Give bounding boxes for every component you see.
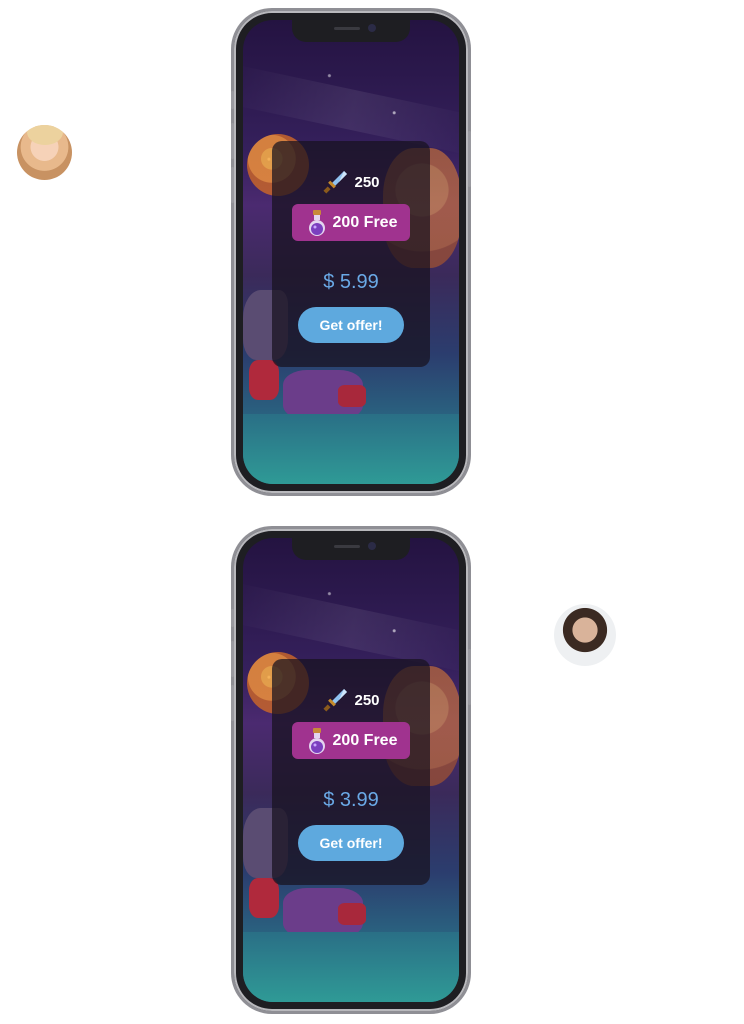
notch	[292, 20, 410, 42]
sword-icon	[323, 171, 348, 194]
free-bonus-pill: 200 Free	[292, 722, 410, 759]
crystal	[338, 385, 366, 407]
offer-card: 250 200 Free $ 3.99 Get offer!	[272, 659, 430, 885]
potion-icon	[308, 727, 325, 754]
price-label: $ 5.99	[323, 271, 379, 293]
avatar-female	[17, 125, 72, 180]
volume-up-button	[231, 123, 234, 159]
crystal	[338, 903, 366, 925]
game-screen: 250 200 Free $ 3.99 Get offer!	[243, 538, 459, 1002]
crystal	[249, 360, 279, 400]
notch	[292, 538, 410, 560]
ground	[243, 414, 459, 484]
crystal	[249, 878, 279, 918]
mute-switch	[231, 609, 234, 627]
free-bonus-label: 200 Free	[332, 213, 398, 231]
sword-icon	[323, 689, 348, 712]
power-button	[468, 649, 471, 705]
phone-mockup-top: 250 200 Free $ 5.99 Get offer!	[231, 11, 471, 493]
gem-row: 250	[272, 685, 430, 715]
volume-down-button	[231, 685, 234, 721]
volume-down-button	[231, 167, 234, 203]
potion-icon	[308, 209, 325, 236]
volume-up-button	[231, 641, 234, 677]
gem-count: 250	[354, 173, 380, 191]
power-button	[468, 131, 471, 187]
mute-switch	[231, 91, 234, 109]
price-label: $ 3.99	[323, 789, 379, 811]
game-screen: 250 200 Free $ 5.99 Get offer!	[243, 20, 459, 484]
free-bonus-pill: 200 Free	[292, 204, 410, 241]
offer-card: 250 200 Free $ 5.99 Get offer!	[272, 141, 430, 367]
get-offer-button[interactable]: Get offer!	[298, 307, 404, 343]
avatar-male	[554, 604, 616, 666]
gem-count: 250	[354, 691, 380, 709]
ground	[243, 932, 459, 1002]
free-bonus-label: 200 Free	[332, 731, 398, 749]
get-offer-button[interactable]: Get offer!	[298, 825, 404, 861]
phone-mockup-bottom: 250 200 Free $ 3.99 Get offer!	[231, 529, 471, 1011]
gem-row: 250	[272, 167, 430, 197]
